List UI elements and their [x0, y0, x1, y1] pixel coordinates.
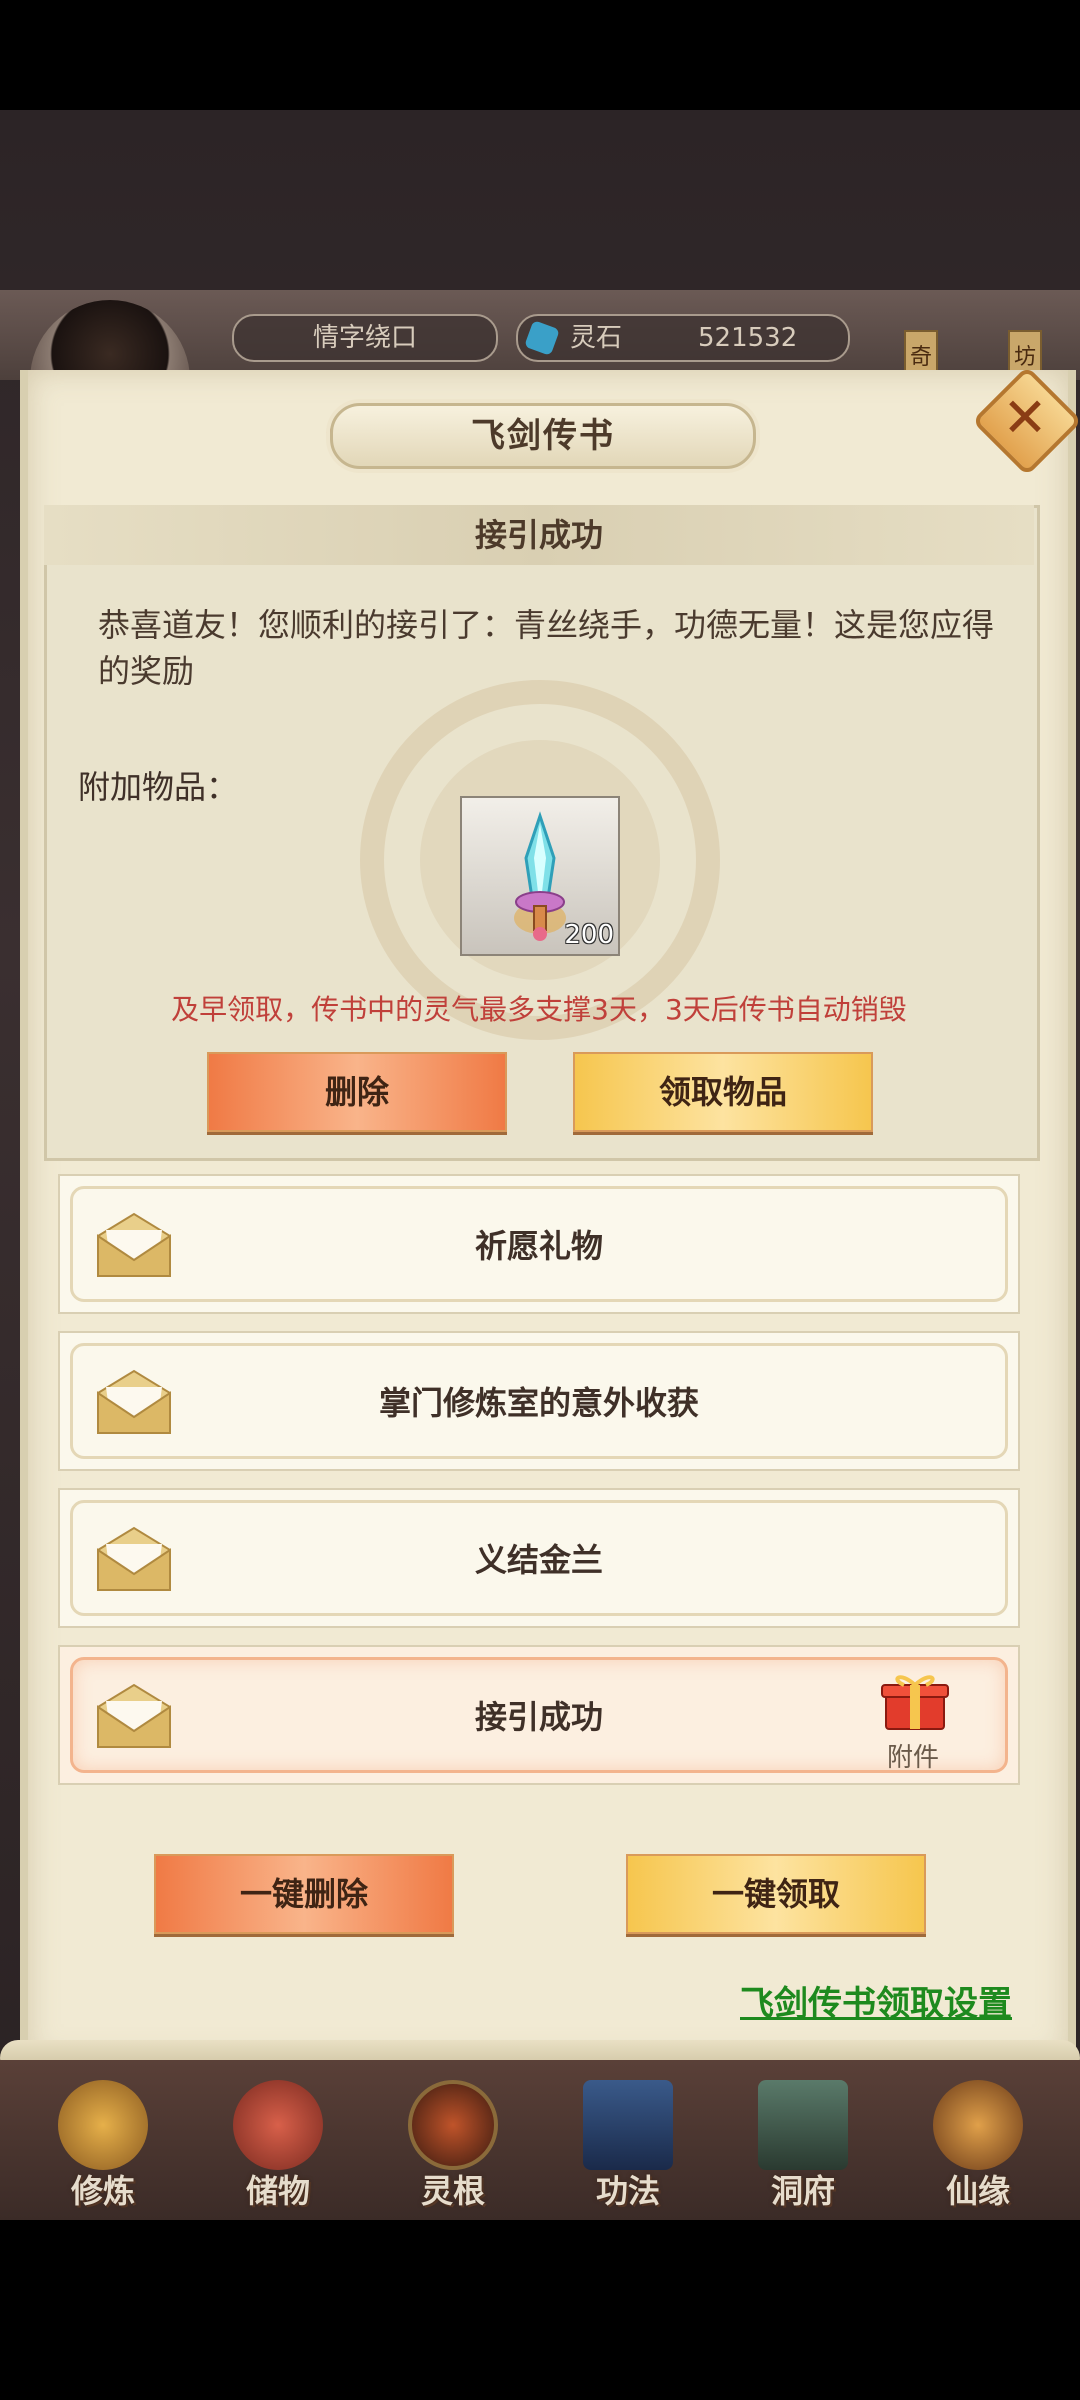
storage-bag-icon — [233, 2080, 323, 2170]
player-name: 情字绕口 — [312, 323, 417, 353]
spirit-stone-pill[interactable]: 灵石 521532 — [516, 314, 850, 362]
pavilion-icon — [758, 2080, 848, 2170]
nav-label: 功法 — [595, 2172, 660, 2210]
nav-techniques[interactable]: 功法 — [553, 2070, 703, 2210]
nav-label: 储物 — [245, 2172, 310, 2210]
mail-item-selected[interactable]: 接引成功 附件 — [58, 1645, 1020, 1785]
mail-item[interactable]: 祈愿礼物 — [58, 1174, 1020, 1314]
mail-message: 恭喜道友！您顺利的接引了：青丝绕手，功德无量！这是您应得的奖励 — [98, 606, 995, 690]
mail-item[interactable]: 义结金兰 — [58, 1488, 1020, 1628]
delete-all-button[interactable]: 一键删除 — [154, 1854, 454, 1934]
cultivator-icon — [58, 2080, 148, 2170]
attachment-tag: 附件 — [886, 1743, 939, 1773]
nav-cave-dwelling[interactable]: 洞府 — [728, 2070, 878, 2210]
currency-value: 521532 — [698, 323, 798, 353]
nav-spirit-root[interactable]: 灵根 — [378, 2070, 528, 2210]
mail-settings-link[interactable]: 飞剑传书领取设置 — [740, 1976, 1012, 2025]
spirit-stone-icon — [524, 320, 560, 356]
mail-item[interactable]: 掌门修炼室的意外收获 — [58, 1331, 1020, 1471]
expiry-warning: 及早领取，传书中的灵气最多支撑3天，3天后传书自动销毁 — [171, 993, 907, 1026]
gift-icon — [881, 1675, 949, 1730]
mail-title: 义结金兰 — [474, 1541, 603, 1579]
spirit-root-icon — [408, 2080, 498, 2170]
claim-all-button[interactable]: 一键领取 — [626, 1854, 926, 1934]
nav-label: 洞府 — [770, 2172, 835, 2210]
nav-cultivate[interactable]: 修炼 — [28, 2070, 178, 2210]
book-icon — [583, 2080, 673, 2170]
attachment-label: 附加物品： — [78, 768, 239, 806]
nav-label: 灵根 — [420, 2172, 485, 2210]
gourd-icon — [933, 2080, 1023, 2170]
delete-button[interactable]: 删除 — [207, 1052, 507, 1132]
mail-detail-heading: 接引成功 — [44, 505, 1034, 565]
close-icon: ✕ — [1002, 386, 1048, 449]
nav-label: 修炼 — [70, 2172, 135, 2210]
mail-title: 掌门修炼室的意外收获 — [378, 1384, 699, 1422]
currency-label: 灵石 — [570, 323, 623, 353]
panel-title: 飞剑传书 — [330, 403, 756, 469]
claim-items-button[interactable]: 领取物品 — [573, 1052, 873, 1132]
nav-storage[interactable]: 储物 — [203, 2070, 353, 2210]
mail-title: 祈愿礼物 — [474, 1227, 603, 1265]
player-name-pill: 情字绕口 — [232, 314, 498, 362]
reward-item-count: 200 — [564, 920, 614, 950]
nav-immortal-fate[interactable]: 仙缘 — [903, 2070, 1053, 2210]
nav-label: 仙缘 — [945, 2172, 1010, 2210]
